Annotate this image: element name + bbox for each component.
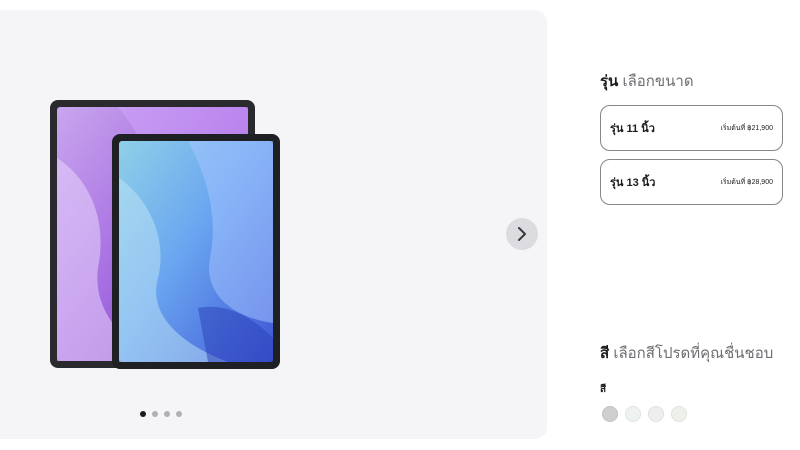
color-swatch-blue[interactable] (625, 406, 641, 422)
product-gallery (0, 10, 547, 439)
size-section-title-muted: เลือกขนาด (618, 73, 694, 90)
color-swatch-starlight[interactable] (671, 406, 687, 422)
next-slide-button[interactable] (506, 218, 538, 250)
color-label: สี (600, 384, 607, 395)
model-name: รุ่น 13 นิ้ว (610, 177, 656, 189)
ipad-air-product-image (50, 100, 280, 369)
chevron-right-icon (518, 227, 526, 241)
model-price: เริ่มต้นที่ ฿28,900 (720, 178, 773, 186)
color-section-title: สี เลือกสีโปรดที่คุณชื่นชอบ (600, 345, 773, 363)
gallery-dot[interactable] (152, 411, 158, 417)
model-name: รุ่น 11 นิ้ว (610, 123, 655, 135)
gallery-pagination (140, 411, 182, 417)
color-section-title-strong: สี (600, 345, 610, 362)
color-section-title-muted: เลือกสีโปรดที่คุณชื่นชอบ (609, 345, 774, 362)
model-option-11-inch[interactable]: รุ่น 11 นิ้ว เริ่มต้นที่ ฿21,900 (600, 105, 783, 151)
model-price: เริ่มต้นที่ ฿21,900 (720, 124, 773, 132)
model-option-13-inch[interactable]: รุ่น 13 นิ้ว เริ่มต้นที่ ฿28,900 (600, 159, 783, 205)
size-section-title: รุ่น เลือกขนาด (600, 73, 694, 91)
color-swatch-purple[interactable] (648, 406, 664, 422)
gallery-dot[interactable] (164, 411, 170, 417)
color-swatch-space-gray[interactable] (602, 406, 618, 422)
size-section-title-strong: รุ่น (600, 73, 619, 90)
color-swatches (602, 406, 687, 422)
gallery-dot[interactable] (140, 411, 146, 417)
gallery-dot[interactable] (176, 411, 182, 417)
